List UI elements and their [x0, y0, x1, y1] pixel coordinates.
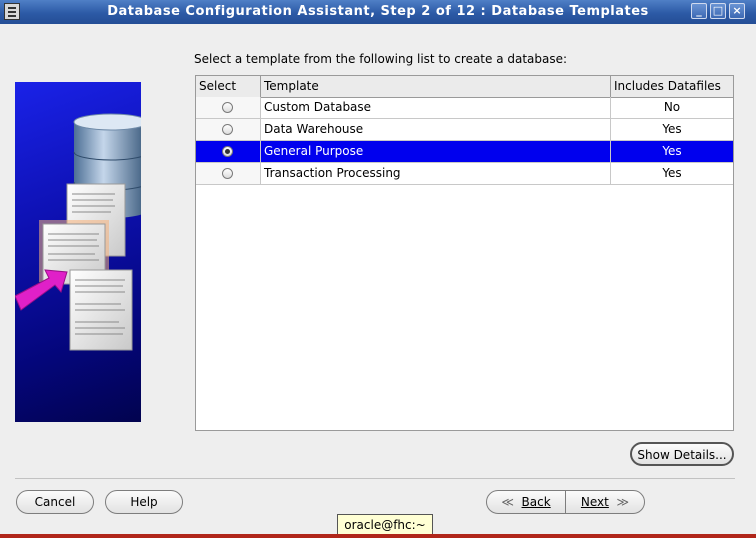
template-radio[interactable]	[222, 168, 233, 179]
close-icon[interactable]: ×	[729, 3, 745, 19]
template-name: Transaction Processing	[261, 163, 611, 185]
column-header-datafiles[interactable]: Includes Datafiles	[611, 76, 733, 97]
next-label: Next	[580, 495, 609, 509]
template-name: Custom Database	[261, 97, 611, 119]
table-header: Select Template Includes Datafiles	[196, 76, 733, 98]
cancel-button[interactable]: Cancel	[16, 490, 94, 514]
help-button[interactable]: Help	[105, 490, 183, 514]
window-title: Database Configuration Assistant, Step 2…	[107, 4, 649, 19]
datafiles-value: Yes	[611, 141, 733, 163]
datafiles-value: No	[611, 97, 733, 119]
table-row[interactable]: Custom Database No	[196, 97, 733, 119]
next-button[interactable]: Next ≫	[565, 490, 645, 514]
select-cell[interactable]	[196, 141, 261, 163]
datafiles-value: Yes	[611, 163, 733, 185]
template-name: Data Warehouse	[261, 119, 611, 141]
wizard-illustration	[14, 82, 149, 422]
cancel-label: Cancel	[34, 495, 76, 509]
help-label: Help	[130, 495, 158, 509]
window-titlebar: Database Configuration Assistant, Step 2…	[0, 0, 756, 24]
select-cell[interactable]	[196, 97, 261, 119]
template-name: General Purpose	[261, 141, 611, 163]
maximize-icon[interactable]: □	[710, 3, 726, 19]
back-label: Back	[521, 495, 551, 509]
terminal-tooltip: oracle@fhc:~	[337, 514, 433, 536]
select-cell[interactable]	[196, 163, 261, 185]
instruction-label: Select a template from the following lis…	[194, 52, 568, 66]
column-header-template[interactable]: Template	[261, 76, 611, 97]
table-row[interactable]: Data Warehouse Yes	[196, 119, 733, 141]
column-header-select[interactable]: Select	[196, 76, 261, 97]
table-row-selected[interactable]: General Purpose Yes	[196, 141, 733, 163]
template-radio-selected[interactable]	[222, 146, 233, 157]
template-radio[interactable]	[222, 102, 233, 113]
taskbar-edge	[0, 534, 756, 538]
database-documents-image	[14, 113, 149, 351]
table-row[interactable]: Transaction Processing Yes	[196, 163, 733, 185]
datafiles-value: Yes	[611, 119, 733, 141]
separator	[15, 478, 735, 479]
show-details-button[interactable]: Show Details...	[630, 442, 734, 466]
back-button[interactable]: ≪ Back	[486, 490, 566, 514]
template-table: Select Template Includes Datafiles Custo…	[195, 75, 734, 431]
back-chevron-icon: ≪	[501, 495, 514, 509]
minimize-icon[interactable]: _	[691, 3, 707, 19]
next-chevron-icon: ≫	[616, 495, 630, 509]
template-radio[interactable]	[222, 124, 233, 135]
show-details-label: Show Details...	[637, 448, 727, 462]
select-cell[interactable]	[196, 119, 261, 141]
